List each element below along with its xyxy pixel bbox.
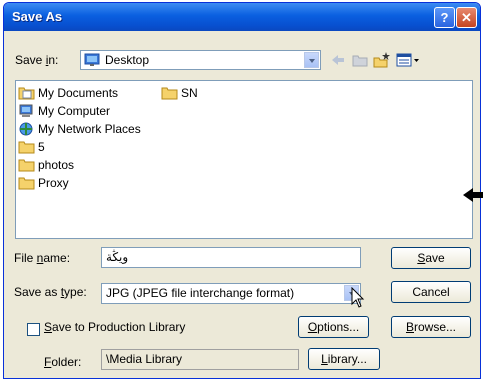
file-name-label-text-end: ame: xyxy=(43,251,71,265)
new-folder-icon[interactable] xyxy=(373,51,391,69)
file-name-value: ويڭة xyxy=(106,250,129,264)
back-icon[interactable] xyxy=(329,51,347,69)
library-button-label: ibrary... xyxy=(327,352,367,366)
save-button-label: ave xyxy=(425,251,445,265)
folder-icon xyxy=(18,140,35,154)
browse-button-label: rowse... xyxy=(414,320,457,334)
save-in-label: Save in: xyxy=(15,53,58,67)
my-documents-icon xyxy=(18,86,35,100)
folder-value: \Media Library xyxy=(106,352,183,366)
save-as-type-label-text-end: ype: xyxy=(64,285,87,299)
options-button-key: O xyxy=(307,320,318,334)
save-as-type-value: JPG (JPEG file interchange format) xyxy=(106,286,295,300)
file-name-label-text: File xyxy=(14,251,37,265)
file-name-label: File name: xyxy=(14,251,70,265)
folder-icon xyxy=(18,176,35,190)
list-item-photos[interactable]: photos xyxy=(18,157,74,173)
save-in-label-text-end: n: xyxy=(48,53,59,67)
close-button[interactable]: ✕ xyxy=(456,7,477,28)
list-item-label: 5 xyxy=(38,139,45,154)
list-item-proxy[interactable]: Proxy xyxy=(18,175,69,191)
list-item-label: My Computer xyxy=(38,103,111,118)
cancel-button[interactable]: Cancel xyxy=(391,281,471,303)
save-as-dialog: Save As ? ✕ Save in: Desktop My Document… xyxy=(3,2,481,379)
desktop-icon xyxy=(84,52,100,71)
folder-label-text: older: xyxy=(51,355,82,369)
folder-icon xyxy=(161,86,178,100)
list-item-label: Proxy xyxy=(38,175,69,190)
views-menu-icon[interactable] xyxy=(395,51,421,69)
library-button-key: L xyxy=(321,352,328,366)
list-item-label: SN xyxy=(181,85,198,100)
list-item-label: My Documents xyxy=(38,85,119,100)
up-folder-icon[interactable] xyxy=(351,51,369,69)
browse-button-key: B xyxy=(405,320,414,334)
list-item-5[interactable]: 5 xyxy=(18,139,45,155)
save-in-label-text: Save xyxy=(15,53,46,67)
list-item-label: My Network Places xyxy=(38,121,141,136)
save-as-type-dropdown[interactable]: JPG (JPEG file interchange format) xyxy=(101,283,361,304)
mouse-cursor-icon xyxy=(351,286,365,312)
file-list[interactable]: My Documents SN My Computer My Network P… xyxy=(15,80,473,239)
list-item-label: photos xyxy=(38,157,75,172)
save-in-value: Desktop xyxy=(105,53,150,67)
folder-field: \Media Library xyxy=(101,349,299,370)
pointer-arrow-icon xyxy=(463,188,483,205)
options-button[interactable]: Options... xyxy=(298,316,369,338)
save-to-production-label-text: ave to Production Library xyxy=(52,320,186,334)
folder-icon xyxy=(18,158,35,172)
help-button[interactable]: ? xyxy=(434,7,455,28)
list-item-sn[interactable]: SN xyxy=(161,85,198,101)
save-to-production-checkbox[interactable] xyxy=(27,323,40,336)
save-to-production-label-key: S xyxy=(44,320,53,334)
save-in-dropdown-arrow[interactable] xyxy=(304,52,319,68)
options-button-label: ptions... xyxy=(317,320,360,334)
folder-label: Folder: xyxy=(44,355,81,369)
save-as-type-label-text: Save as xyxy=(14,285,61,299)
save-in-dropdown[interactable]: Desktop xyxy=(80,50,321,70)
save-as-type-label: Save as type: xyxy=(14,285,87,299)
computer-icon xyxy=(18,104,35,118)
network-icon xyxy=(18,122,35,136)
file-name-field[interactable]: ويڭة xyxy=(101,247,361,268)
library-button[interactable]: Library... xyxy=(308,348,380,370)
list-item-my-documents[interactable]: My Documents xyxy=(18,85,118,101)
dialog-title: Save As xyxy=(12,9,63,24)
title-bar[interactable]: Save As ? ✕ xyxy=(4,3,480,31)
save-to-production-label: Save to Production Library xyxy=(44,320,185,334)
browse-button[interactable]: Browse... xyxy=(391,316,471,338)
list-item-my-network-places[interactable]: My Network Places xyxy=(18,121,141,137)
save-button[interactable]: Save xyxy=(391,247,471,269)
list-item-my-computer[interactable]: My Computer xyxy=(18,103,110,119)
